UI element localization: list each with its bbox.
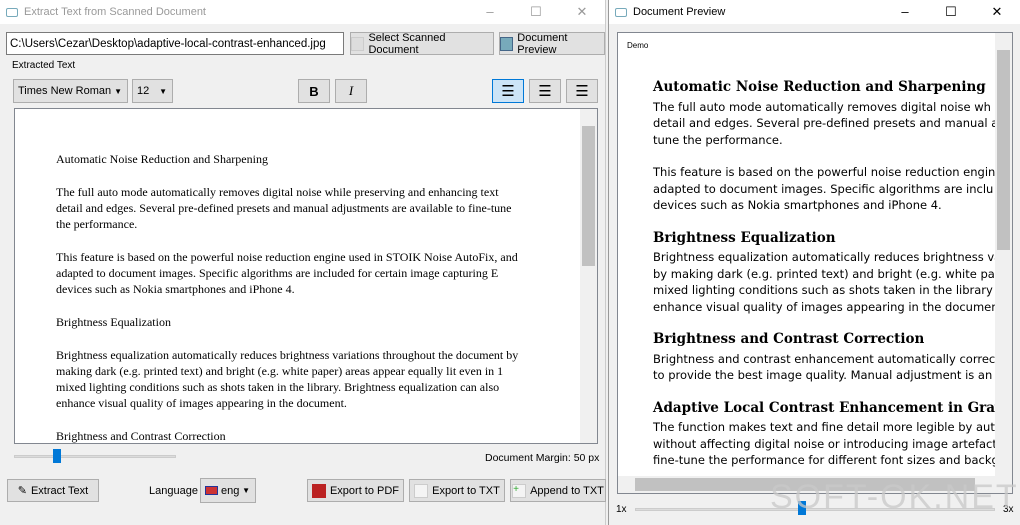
txt-icon (414, 483, 429, 498)
chevron-down-icon: ▼ (242, 486, 250, 495)
zoom-min-label: 1x (616, 504, 627, 515)
margin-slider[interactable] (14, 455, 176, 458)
preview-paragraph: The full auto mode automatically removes… (653, 99, 998, 147)
preview-heading: Automatic Noise Reduction and Sharpening (653, 79, 986, 95)
preview-title: Document Preview (633, 6, 726, 18)
language-label: Language (149, 485, 198, 497)
margin-slider-knob[interactable] (53, 449, 61, 463)
bold-button[interactable]: B (298, 79, 330, 103)
extract-label: Extract Text (30, 484, 89, 497)
preview-heading: Brightness and Contrast Correction (653, 331, 925, 347)
export-txt-button[interactable]: Export to TXT (409, 479, 505, 502)
append-icon: + (512, 483, 527, 498)
wand-icon: ✎ (17, 485, 27, 497)
size-value: 12 (137, 85, 150, 97)
main-titlebar: Extract Text from Scanned Document – ☐ ✕ (0, 0, 605, 24)
justify-button[interactable]: ☰ (529, 79, 561, 103)
preview-content: Automatic Noise Reduction and Sharpening… (653, 79, 1013, 485)
font-value: Times New Roman (18, 85, 112, 97)
language-select[interactable]: eng ▼ (200, 478, 256, 503)
watermark: SOFT-OK.NET (770, 478, 1019, 516)
preview-icon (500, 36, 514, 51)
preview-heading: Adaptive Local Contrast Enhancement in G… (653, 399, 1013, 416)
uk-flag-icon (205, 486, 218, 495)
maximize-button[interactable]: ☐ (513, 4, 559, 20)
preview-paragraph: Brightness equalization automatically re… (653, 250, 1009, 314)
append-txt-button[interactable]: + Append to TXT (510, 479, 606, 502)
app-icon (615, 7, 627, 17)
export-pdf-button[interactable]: Export to PDF (307, 479, 404, 502)
document-preview-button[interactable]: Document Preview (499, 31, 605, 56)
align-right-button[interactable]: ☰ (566, 79, 598, 103)
minimize-button[interactable]: – (882, 4, 928, 20)
preview-paragraph: The function makes text and fine detail … (653, 420, 1004, 467)
select-scanned-document-button[interactable]: Select Scanned Document (350, 31, 494, 56)
extract-text-button[interactable]: ✎ Extract Text (7, 479, 99, 502)
file-path-input[interactable]: C:\Users\Cezar\Desktop\adaptive-local-co… (6, 32, 344, 55)
align-right-icon: ☰ (575, 83, 589, 100)
paragraph: Automatic Noise Reduction and Sharpening (56, 152, 268, 166)
extracted-text-editor[interactable]: Automatic Noise Reduction and Sharpening… (14, 108, 598, 444)
document-margin-label: Document Margin: 50 px (485, 452, 600, 464)
export-txt-label: Export to TXT (432, 484, 500, 497)
preview-heading: Brightness Equalization (653, 229, 836, 246)
justify-icon: ☰ (538, 83, 552, 100)
preview-paragraph: Brightness and contrast enhancement auto… (653, 351, 1010, 383)
chevron-down-icon: ▼ (159, 86, 167, 96)
main-window: Extract Text from Scanned Document – ☐ ✕ C… (0, 0, 606, 525)
language-value: eng (221, 484, 240, 497)
append-txt-label: Append to TXT (530, 484, 604, 497)
preview-image: Demo Automatic Noise Reduction and Sharp… (617, 32, 1013, 494)
scroll-thumb[interactable] (997, 50, 1010, 250)
demo-label: Demo (627, 41, 649, 50)
close-button[interactable]: ✕ (974, 4, 1020, 20)
pdf-icon (311, 483, 326, 498)
preview-paragraph: This feature is based on the powerful no… (653, 165, 1003, 212)
close-button[interactable]: ✕ (559, 4, 605, 20)
font-select[interactable]: Times New Roman ▼ (13, 79, 128, 103)
editor-scrollbar[interactable] (580, 109, 597, 443)
minimize-button[interactable]: – (467, 4, 513, 20)
document-icon (351, 36, 365, 51)
preview-window: Document Preview – ☐ ✕ Demo Automatic Nois… (608, 0, 1020, 525)
chevron-down-icon: ▼ (114, 86, 122, 96)
align-left-icon: ☰ (501, 83, 515, 100)
extracted-text-label: Extracted Text (12, 60, 76, 71)
italic-button[interactable]: I (335, 79, 367, 103)
align-left-button[interactable]: ☰ (492, 79, 524, 103)
paragraph: This feature is based on the powerful no… (56, 249, 518, 297)
maximize-button[interactable]: ☐ (928, 4, 974, 20)
paragraph: Brightness Equalization (56, 314, 171, 329)
scroll-thumb[interactable] (582, 126, 595, 266)
app-icon (6, 7, 18, 17)
size-select[interactable]: 12 ▼ (132, 79, 173, 103)
window-title: Extract Text from Scanned Document (24, 6, 206, 18)
export-pdf-label: Export to PDF (329, 484, 400, 497)
paragraph: Brightness equalization automatically re… (56, 347, 519, 411)
paragraph: The full auto mode automatically removes… (56, 184, 512, 232)
preview-titlebar: Document Preview – ☐ ✕ (609, 0, 1020, 24)
select-label: Select Scanned Document (368, 31, 446, 56)
paragraph: Brightness and Contrast Correction (56, 429, 226, 444)
preview-vscrollbar[interactable] (995, 33, 1012, 478)
preview-label: Document Preview (517, 31, 568, 56)
